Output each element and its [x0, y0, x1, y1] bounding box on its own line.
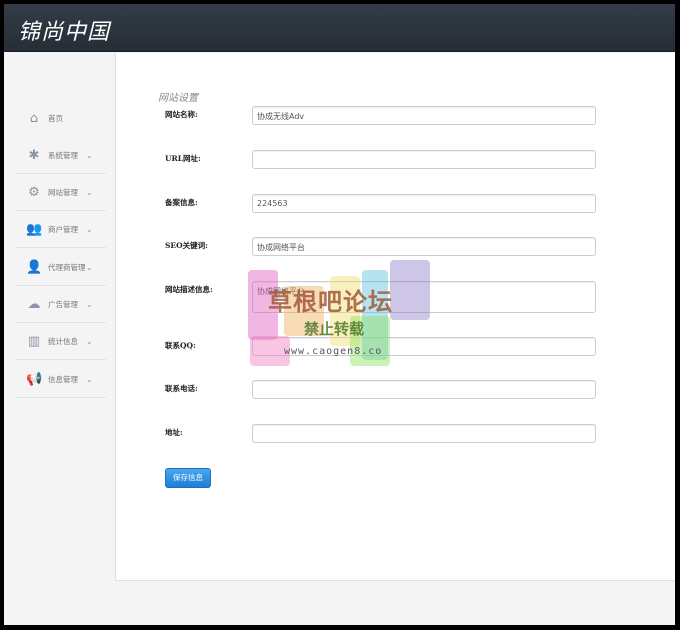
sidebar-item-2[interactable]: ⚙ 网站管理 ⌄: [15, 174, 106, 211]
chevron-down-icon: ⌄: [86, 224, 93, 234]
save-button[interactable]: 保存信息: [165, 468, 211, 488]
cloud-icon: ☁: [27, 296, 41, 312]
header: 锦尚中国: [4, 4, 675, 52]
asterisk-icon: ✱: [28, 147, 40, 163]
chevron-down-icon: ⌄: [86, 150, 93, 160]
user-agent-icon: 👤: [26, 259, 43, 275]
field-label: 联系电话:: [165, 384, 198, 393]
home-icon: ⌂: [29, 111, 39, 126]
field-label: 地址:: [165, 428, 183, 437]
field-label: URL网址:: [165, 154, 201, 163]
sidebar: ⌂ 首页 ✱ 系统管理 ⌄ ⚙ 网站管理 ⌄ 👥 商户管理 ⌄ 👤 代理商管理 ⌄ ☁ 广告管理 ⌄ ▥ 统计信息 ⌄…: [4, 53, 115, 625]
sidebar-item-label: 统计信息: [48, 336, 78, 346]
chevron-down-icon: ⌄: [86, 336, 93, 346]
field-label: SEO关键词:: [165, 241, 208, 250]
field-input[interactable]: [252, 380, 596, 399]
field-label: 联系QQ:: [165, 341, 196, 350]
page-title: 网站设置: [158, 93, 198, 104]
sidebar-item-label: 代理商管理: [48, 262, 86, 272]
chevron-down-icon: ⌄: [86, 187, 93, 197]
field-label: 网站描述信息:: [165, 285, 213, 294]
sidebar-item-label: 信息管理: [48, 374, 78, 384]
field-input[interactable]: [252, 424, 596, 443]
logo: 锦尚中国: [18, 20, 111, 45]
sidebar-item-label: 系统管理: [48, 150, 78, 160]
gears-icon: ⚙: [28, 184, 40, 200]
field-input[interactable]: 协成网络平台: [252, 237, 596, 256]
field-label: 备案信息:: [165, 198, 198, 207]
field-input[interactable]: [252, 150, 596, 169]
users-icon: 👥: [26, 221, 43, 237]
main-panel: 网站设置 网站名称: 协成无线Adv URL网址: 备案信息: 224563 SEO关键词…: [115, 53, 675, 581]
field-input[interactable]: [252, 337, 596, 356]
sidebar-item-5[interactable]: ☁ 广告管理 ⌄: [15, 286, 106, 323]
sidebar-item-6[interactable]: ▥ 统计信息 ⌄: [15, 323, 106, 360]
chevron-down-icon: ⌄: [86, 374, 93, 384]
field-input[interactable]: 协成无线Adv: [252, 106, 596, 125]
sidebar-item-3[interactable]: 👥 商户管理 ⌄: [15, 211, 106, 248]
sidebar-item-label: 商户管理: [48, 224, 78, 234]
bar-chart-icon: ▥: [27, 333, 41, 349]
sidebar-item-label: 网站管理: [48, 187, 78, 197]
field-label: 网站名称:: [165, 110, 198, 119]
chevron-down-icon: ⌄: [86, 299, 93, 309]
app-window: 锦尚中国 ⌂ 首页 ✱ 系统管理 ⌄ ⚙ 网站管理 ⌄ 👥 商户管理 ⌄ 👤 代理商管理 ⌄ ☁ 广告管理 ⌄ ▥…: [4, 4, 675, 625]
sidebar-item-label: 广告管理: [48, 299, 78, 309]
sidebar-item-7[interactable]: 📢 信息管理 ⌄: [15, 361, 106, 398]
description-textarea[interactable]: 协成网络平台: [252, 281, 596, 313]
sidebar-item-0[interactable]: ⌂ 首页: [15, 100, 106, 137]
sidebar-item-1[interactable]: ✱ 系统管理 ⌄: [15, 137, 106, 174]
megaphone-icon: 📢: [26, 371, 43, 387]
sidebar-item-4[interactable]: 👤 代理商管理 ⌄: [15, 249, 106, 286]
sidebar-item-label: 首页: [48, 114, 63, 123]
field-input[interactable]: 224563: [252, 194, 596, 213]
chevron-down-icon: ⌄: [86, 262, 93, 272]
